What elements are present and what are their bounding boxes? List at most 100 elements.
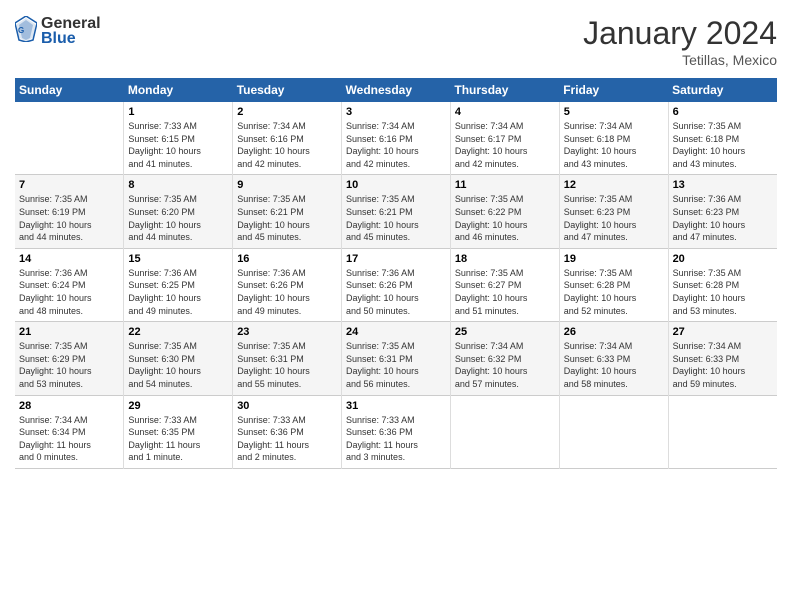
day-info: Sunrise: 7:34 AM Sunset: 6:18 PM Dayligh… [564,120,664,170]
calendar-cell: 5 Sunrise: 7:34 AM Sunset: 6:18 PM Daylig… [559,102,668,175]
calendar-cell: 28Sunrise: 7:34 AM Sunset: 6:34 PM Dayli… [15,395,124,468]
svg-text:G: G [18,26,24,35]
calendar-cell: 27Sunrise: 7:34 AM Sunset: 6:33 PM Dayli… [668,322,777,395]
day-number: 26 [564,326,664,338]
weekday-header-friday: Friday [559,78,668,102]
calendar-cell: 3 Sunrise: 7:34 AM Sunset: 6:16 PM Daylig… [342,102,451,175]
day-info: Sunrise: 7:36 AM Sunset: 6:25 PM Dayligh… [128,267,228,317]
day-info: Sunrise: 7:34 AM Sunset: 6:32 PM Dayligh… [455,340,555,390]
calendar-cell: 21Sunrise: 7:35 AM Sunset: 6:29 PM Dayli… [15,322,124,395]
calendar-cell: 7Sunrise: 7:35 AM Sunset: 6:19 PM Daylig… [15,175,124,248]
calendar-cell: 10Sunrise: 7:35 AM Sunset: 6:21 PM Dayli… [342,175,451,248]
weekday-header-tuesday: Tuesday [233,78,342,102]
calendar-cell: 13 Sunrise: 7:36 AM Sunset: 6:23 PM Dayli… [668,175,777,248]
day-number: 9 [237,179,337,191]
day-number: 4 [455,106,555,118]
weekday-header-wednesday: Wednesday [342,78,451,102]
calendar-cell [559,395,668,468]
calendar-cell: 1 Sunrise: 7:33 AM Sunset: 6:15 PM Daylig… [124,102,233,175]
day-info: Sunrise: 7:35 AM Sunset: 6:23 PM Dayligh… [564,193,664,243]
week-row-3: 14 Sunrise: 7:36 AM Sunset: 6:24 PM Dayli… [15,248,777,321]
day-number: 14 [19,253,119,265]
day-number: 22 [128,326,228,338]
calendar-cell: 16 Sunrise: 7:36 AM Sunset: 6:26 PM Dayli… [233,248,342,321]
day-number: 24 [346,326,446,338]
calendar-cell: 4 Sunrise: 7:34 AM Sunset: 6:17 PM Daylig… [450,102,559,175]
logo-icon: G [15,16,37,42]
day-info: Sunrise: 7:34 AM Sunset: 6:33 PM Dayligh… [564,340,664,390]
day-info: Sunrise: 7:35 AM Sunset: 6:31 PM Dayligh… [237,340,337,390]
day-info: Sunrise: 7:34 AM Sunset: 6:16 PM Dayligh… [346,120,446,170]
weekday-header-saturday: Saturday [668,78,777,102]
day-info: Sunrise: 7:35 AM Sunset: 6:21 PM Dayligh… [237,193,337,243]
calendar-cell: 18Sunrise: 7:35 AM Sunset: 6:27 PM Dayli… [450,248,559,321]
calendar-cell: 9 Sunrise: 7:35 AM Sunset: 6:21 PM Daylig… [233,175,342,248]
day-number: 5 [564,106,664,118]
weekday-header-row: SundayMondayTuesdayWednesdayThursdayFrid… [15,78,777,102]
day-number: 15 [128,253,228,265]
day-info: Sunrise: 7:35 AM Sunset: 6:31 PM Dayligh… [346,340,446,390]
day-number: 3 [346,106,446,118]
calendar-cell [450,395,559,468]
day-info: Sunrise: 7:34 AM Sunset: 6:16 PM Dayligh… [237,120,337,170]
weekday-header-monday: Monday [124,78,233,102]
week-row-1: 1 Sunrise: 7:33 AM Sunset: 6:15 PM Daylig… [15,102,777,175]
header: G General Blue January 2024 Tetillas, Me… [15,15,777,68]
calendar-table: SundayMondayTuesdayWednesdayThursdayFrid… [15,78,777,469]
day-info: Sunrise: 7:33 AM Sunset: 6:36 PM Dayligh… [237,414,337,464]
day-info: Sunrise: 7:36 AM Sunset: 6:26 PM Dayligh… [346,267,446,317]
calendar-cell: 24 Sunrise: 7:35 AM Sunset: 6:31 PM Dayli… [342,322,451,395]
calendar-cell: 12 Sunrise: 7:35 AM Sunset: 6:23 PM Dayli… [559,175,668,248]
calendar-cell: 11 Sunrise: 7:35 AM Sunset: 6:22 PM Dayli… [450,175,559,248]
day-number: 8 [128,179,228,191]
calendar-cell: 6 Sunrise: 7:35 AM Sunset: 6:18 PM Daylig… [668,102,777,175]
title-block: January 2024 Tetillas, Mexico [583,15,777,68]
calendar-cell: 20 Sunrise: 7:35 AM Sunset: 6:28 PM Dayli… [668,248,777,321]
day-number: 25 [455,326,555,338]
day-info: Sunrise: 7:34 AM Sunset: 6:34 PM Dayligh… [19,414,119,464]
calendar-cell: 2 Sunrise: 7:34 AM Sunset: 6:16 PM Daylig… [233,102,342,175]
day-info: Sunrise: 7:35 AM Sunset: 6:22 PM Dayligh… [455,193,555,243]
day-info: Sunrise: 7:36 AM Sunset: 6:24 PM Dayligh… [19,267,119,317]
day-number: 6 [673,106,773,118]
day-number: 30 [237,400,337,412]
day-info: Sunrise: 7:35 AM Sunset: 6:28 PM Dayligh… [564,267,664,317]
calendar-cell: 19Sunrise: 7:35 AM Sunset: 6:28 PM Dayli… [559,248,668,321]
day-info: Sunrise: 7:33 AM Sunset: 6:35 PM Dayligh… [128,414,228,464]
day-info: Sunrise: 7:35 AM Sunset: 6:20 PM Dayligh… [128,193,228,243]
day-number: 11 [455,179,555,191]
location-subtitle: Tetillas, Mexico [583,52,777,68]
day-info: Sunrise: 7:35 AM Sunset: 6:30 PM Dayligh… [128,340,228,390]
day-number: 27 [673,326,773,338]
day-number: 2 [237,106,337,118]
day-number: 29 [128,400,228,412]
logo: G General Blue [15,15,101,48]
week-row-2: 7Sunrise: 7:35 AM Sunset: 6:19 PM Daylig… [15,175,777,248]
calendar-cell: 25 Sunrise: 7:34 AM Sunset: 6:32 PM Dayli… [450,322,559,395]
day-number: 23 [237,326,337,338]
day-info: Sunrise: 7:35 AM Sunset: 6:27 PM Dayligh… [455,267,555,317]
day-info: Sunrise: 7:36 AM Sunset: 6:26 PM Dayligh… [237,267,337,317]
day-info: Sunrise: 7:35 AM Sunset: 6:28 PM Dayligh… [673,267,773,317]
page-container: G General Blue January 2024 Tetillas, Me… [0,0,792,479]
weekday-header-sunday: Sunday [15,78,124,102]
day-info: Sunrise: 7:34 AM Sunset: 6:17 PM Dayligh… [455,120,555,170]
calendar-cell: 31Sunrise: 7:33 AM Sunset: 6:36 PM Dayli… [342,395,451,468]
weekday-header-thursday: Thursday [450,78,559,102]
day-info: Sunrise: 7:35 AM Sunset: 6:29 PM Dayligh… [19,340,119,390]
day-info: Sunrise: 7:33 AM Sunset: 6:36 PM Dayligh… [346,414,446,464]
day-info: Sunrise: 7:35 AM Sunset: 6:19 PM Dayligh… [19,193,119,243]
day-info: Sunrise: 7:33 AM Sunset: 6:15 PM Dayligh… [128,120,228,170]
calendar-cell: 26 Sunrise: 7:34 AM Sunset: 6:33 PM Dayli… [559,322,668,395]
calendar-cell: 14 Sunrise: 7:36 AM Sunset: 6:24 PM Dayli… [15,248,124,321]
day-info: Sunrise: 7:35 AM Sunset: 6:21 PM Dayligh… [346,193,446,243]
day-number: 17 [346,253,446,265]
day-info: Sunrise: 7:36 AM Sunset: 6:23 PM Dayligh… [673,193,773,243]
day-number: 20 [673,253,773,265]
day-number: 13 [673,179,773,191]
day-info: Sunrise: 7:35 AM Sunset: 6:18 PM Dayligh… [673,120,773,170]
day-number: 16 [237,253,337,265]
day-number: 1 [128,106,228,118]
day-number: 12 [564,179,664,191]
calendar-cell: 29 Sunrise: 7:33 AM Sunset: 6:35 PM Dayli… [124,395,233,468]
